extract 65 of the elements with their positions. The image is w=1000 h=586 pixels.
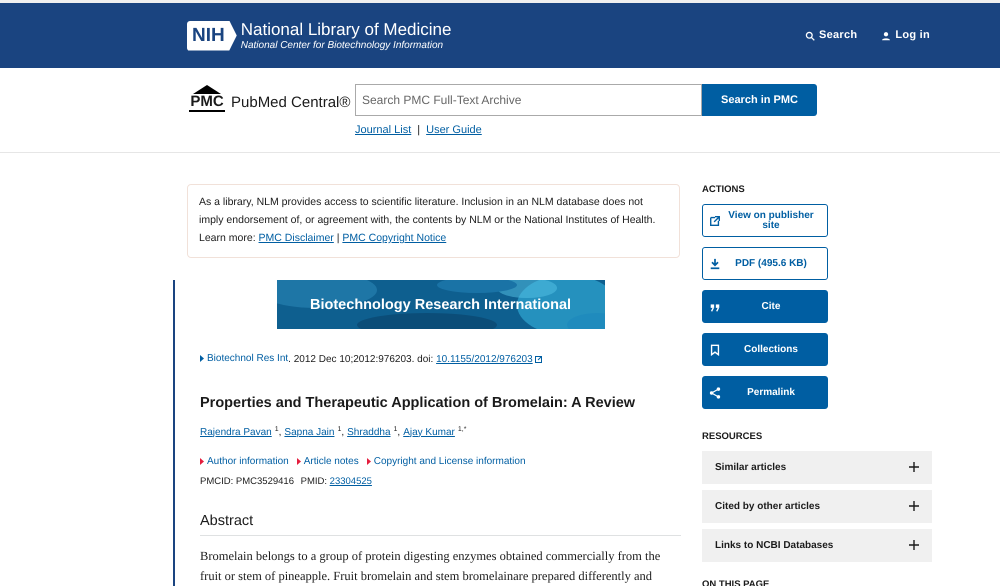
disclaimer-link[interactable]: PMC Disclaimer	[258, 232, 334, 244]
caret-icon	[200, 355, 204, 362]
expander-link[interactable]: Copyright and License information	[366, 454, 526, 469]
section-heading: Abstract	[200, 511, 681, 536]
accordion-button[interactable]: Cited by other articles	[702, 490, 932, 522]
caret-icon	[296, 458, 301, 465]
pmcid-text: PMCID: PMC3529416	[200, 476, 294, 487]
site-title[interactable]: National Library of Medicine	[240, 20, 452, 40]
expander-link[interactable]: Author information	[200, 454, 289, 469]
disclaimer-link[interactable]: PMC Copyright Notice	[342, 232, 446, 244]
author-link[interactable]: Ajay Kumar	[403, 426, 455, 438]
nav-link[interactable]: User Guide	[426, 122, 482, 138]
article-title: Properties and Therapeutic Application of Bromelain: A Review	[200, 394, 636, 413]
separator: |	[336, 232, 340, 244]
search-field[interactable]: Search PMC Full-Text Archive	[355, 84, 702, 116]
action-button[interactable]: Collections	[702, 333, 828, 366]
action-button[interactable]: View on publisher site	[702, 204, 828, 238]
author-link[interactable]: Shraddha	[347, 426, 391, 438]
header-link[interactable]: Search	[805, 27, 858, 44]
affiliation-mark: 1	[394, 426, 398, 434]
expander-link[interactable]: Article notes	[296, 454, 359, 469]
plus-icon	[909, 462, 919, 472]
download-icon	[709, 258, 721, 270]
citation-text: . 2012 Dec 10;2012:976203. doi:	[288, 354, 434, 365]
affiliation-mark: 1	[337, 426, 342, 434]
author-separator: ,	[397, 426, 400, 438]
external-link-icon	[709, 214, 721, 227]
nih-logo[interactable]: NIH	[187, 20, 237, 50]
abstract-text: fruit or stem of pineapple. Fruit bromelain and stem bromelainare prepared differently and	[200, 568, 654, 585]
caret-icon	[200, 458, 204, 465]
site-subtitle: National Center for Biotechnology Information	[240, 40, 444, 52]
affiliation-mark: 1,*	[458, 426, 466, 434]
learn-more-label: Learn more:	[199, 232, 256, 244]
separator: |	[417, 123, 420, 138]
author-separator: ,	[341, 426, 344, 438]
pmid-link[interactable]: 23304525	[330, 476, 372, 487]
author-separator: ,	[278, 426, 282, 438]
share-icon	[709, 386, 721, 399]
accordion-button[interactable]: Links to NCBI Databases	[702, 528, 932, 562]
disclaimer-text: As a library, NLM provides access to scientific literature. Inclusion in an NLM database does not imply endorsement of, or agreement with, the contents by NLM or the National Institutes of Health.	[199, 195, 656, 228]
banner-title: Biotechnology Research International	[310, 296, 572, 315]
bookmark-icon	[709, 344, 721, 356]
accordion-button[interactable]: Similar articles	[702, 450, 932, 484]
action-button[interactable]: Cite	[702, 290, 828, 324]
pmid-label: PMID:	[300, 476, 328, 487]
pmc-logo[interactable]: PMC PubMed Central®	[187, 84, 355, 112]
external-link-icon	[535, 356, 542, 363]
abstract-text: Bromelain belongs to a group of protein digesting enzymes obtained commercially from the	[200, 548, 662, 565]
search-button[interactable]: Search in PMC	[702, 84, 817, 116]
plus-icon	[909, 540, 919, 550]
action-button[interactable]: Permalink	[702, 376, 828, 410]
caret-icon	[366, 458, 371, 465]
user-icon	[881, 30, 892, 40]
section-heading: RESOURCES	[702, 430, 764, 444]
affiliation-mark: 1	[274, 426, 279, 434]
header-link[interactable]: Log in	[881, 27, 930, 44]
journal-link[interactable]: Biotechnol Res Int	[200, 351, 288, 366]
section-heading: ACTIONS	[702, 183, 746, 197]
doi-link[interactable]: 10.1155/2012/976203	[436, 352, 533, 367]
author-link[interactable]: Rajendra Pavan	[200, 426, 272, 438]
plus-icon	[909, 501, 919, 511]
action-button[interactable]: PDF (495.6 KB)	[702, 247, 828, 280]
nav-link[interactable]: Journal List	[355, 122, 412, 138]
search-icon	[805, 30, 816, 40]
author-link[interactable]: Sapna Jain	[284, 426, 334, 438]
